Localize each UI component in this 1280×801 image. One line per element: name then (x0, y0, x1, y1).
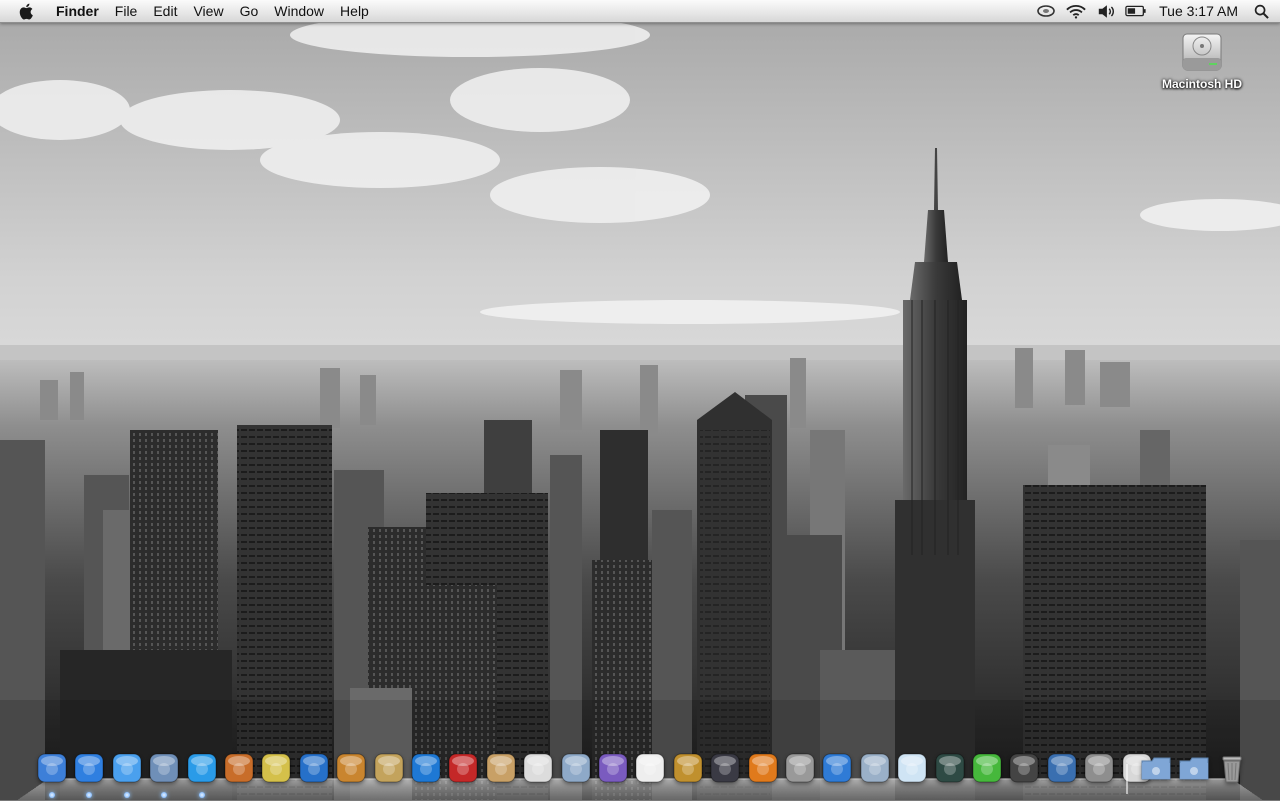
google-earth-icon[interactable] (821, 752, 853, 786)
utilities-icon[interactable] (859, 752, 891, 786)
applications-folder-icon[interactable] (1140, 752, 1172, 786)
battery-icon[interactable] (1124, 0, 1148, 22)
safari-icon[interactable] (73, 752, 105, 786)
address-book-icon[interactable] (485, 752, 517, 786)
dashboard-icon[interactable] (709, 752, 741, 786)
preview-icon[interactable] (373, 752, 405, 786)
desktop-icon-label: Macintosh HD (1161, 77, 1242, 91)
quicktime-icon[interactable] (410, 752, 442, 786)
umbrella-icon[interactable] (747, 752, 779, 786)
dock (16, 752, 1264, 801)
menu-window[interactable]: Window (266, 0, 332, 22)
iphoto-icon[interactable] (223, 752, 255, 786)
iweb-icon[interactable] (672, 752, 704, 786)
monitor-icon[interactable] (896, 752, 928, 786)
trash-icon[interactable] (1216, 752, 1248, 786)
safety-icon[interactable] (1008, 752, 1040, 786)
volume-icon[interactable] (1094, 0, 1118, 22)
menu-file[interactable]: File (107, 0, 146, 22)
mail-icon[interactable] (148, 752, 180, 786)
front-row-icon[interactable] (597, 752, 629, 786)
running-indicator (161, 792, 167, 798)
image-capture-icon[interactable] (560, 752, 592, 786)
apple-icon[interactable] (18, 2, 36, 20)
finder-icon[interactable] (36, 752, 68, 786)
textedit-icon[interactable] (522, 752, 554, 786)
desktop-icon-macintosh-hd[interactable]: Macintosh HD (1150, 30, 1254, 91)
menu-go[interactable]: Go (232, 0, 267, 22)
spaces-icon[interactable] (1046, 752, 1078, 786)
downloads-folder-icon[interactable] (1178, 752, 1210, 786)
camera-icon[interactable] (784, 752, 816, 786)
running-indicator (86, 792, 92, 798)
menu-finder[interactable]: Finder (48, 0, 107, 22)
menu-edit[interactable]: Edit (145, 0, 185, 22)
menu-clock[interactable]: Tue 3:17 AM (1151, 3, 1248, 19)
itunes-icon[interactable] (186, 752, 218, 786)
wifi-icon[interactable] (1064, 0, 1088, 22)
coffee-mug-icon[interactable] (634, 752, 666, 786)
system-preferences-icon[interactable] (1083, 752, 1115, 786)
ichat-icon[interactable] (111, 752, 143, 786)
photo-booth-icon[interactable] (447, 752, 479, 786)
hard-drive-icon (1179, 30, 1225, 74)
aperture-icon[interactable] (260, 752, 292, 786)
dock-separator (1126, 764, 1128, 794)
dvd-player-icon[interactable] (298, 752, 330, 786)
running-indicator (199, 792, 205, 798)
running-indicator (49, 792, 55, 798)
sync-icon[interactable] (1034, 0, 1058, 22)
desktop-wallpaper (0, 0, 1280, 800)
menu-view[interactable]: View (185, 0, 231, 22)
garageband-icon[interactable] (335, 752, 367, 786)
menu-help[interactable]: Help (332, 0, 377, 22)
menu-bar: Finder File Edit View Go Window Help Tue… (0, 0, 1280, 23)
spotlight-icon[interactable] (1248, 0, 1274, 22)
running-indicator (124, 792, 130, 798)
transmit-icon[interactable] (971, 752, 1003, 786)
activity-monitor-icon[interactable] (934, 752, 966, 786)
